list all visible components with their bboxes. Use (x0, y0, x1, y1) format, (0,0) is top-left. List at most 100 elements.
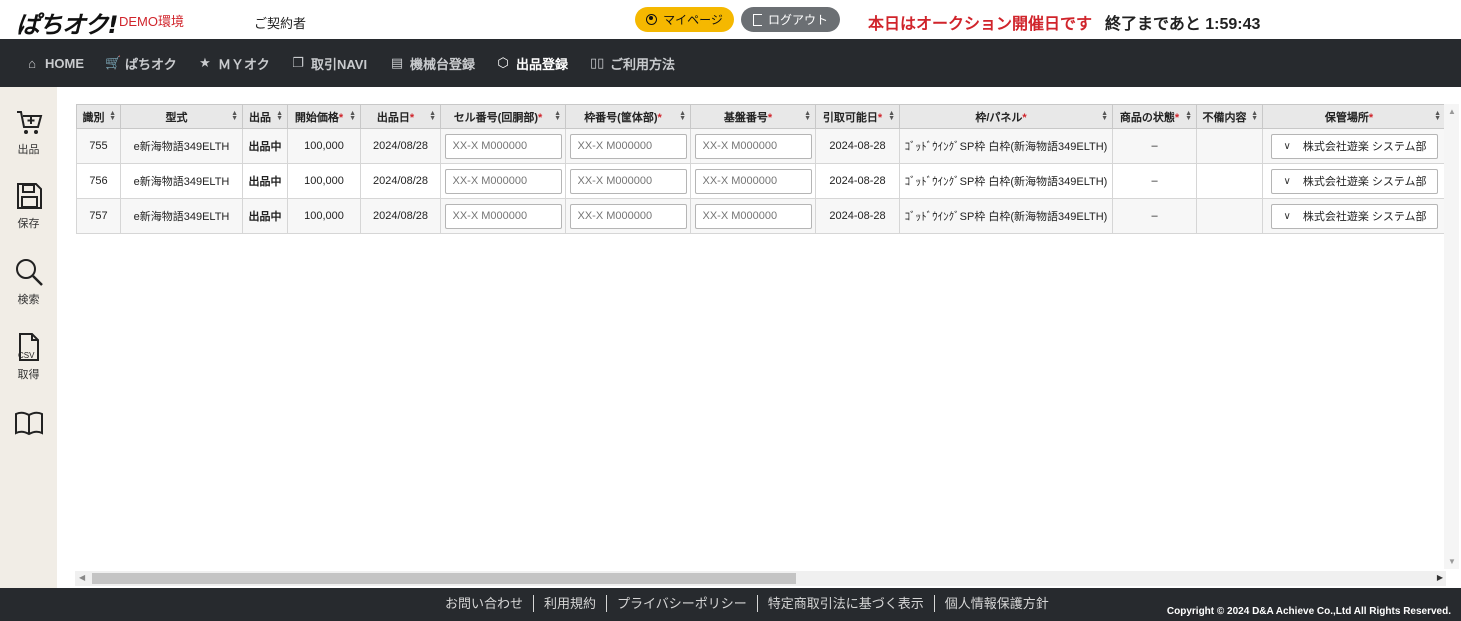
location-select[interactable]: ∨ 株式会社遊楽 システム部 (1270, 168, 1438, 194)
logout-icon (752, 13, 762, 26)
nav-item-torihiki-navi[interactable]: ❐ 取引NAVI (291, 39, 367, 87)
logout-button[interactable]: ログアウト (741, 7, 840, 32)
location-select[interactable]: ∨ 株式会社遊楽 システム部 (1270, 203, 1438, 229)
cell-defect[interactable] (1196, 163, 1263, 199)
book-icon (14, 411, 43, 436)
user-icon (646, 14, 658, 25)
footer-link-terms[interactable]: 利用規約 (534, 595, 608, 612)
frame-number-input[interactable] (569, 168, 687, 194)
cell-listing-date[interactable]: 2024/08/28 (360, 198, 441, 234)
search-icon (15, 259, 43, 286)
cell-number-input[interactable] (444, 168, 562, 194)
header-listing-date[interactable]: 出品日* ▲ ▼ (360, 104, 441, 129)
mypage-label: マイページ (663, 13, 723, 27)
scroll-left-icon[interactable]: ◀ (79, 573, 85, 582)
copyright: Copyright © 2024 D&A Achieve Co.,Ltd All… (1166, 606, 1451, 617)
sort-icon: ▲ ▼ (109, 110, 116, 122)
mypage-button[interactable]: マイページ (635, 7, 734, 32)
nav-item-pachioku[interactable]: 🛒 ぱちオク (105, 39, 177, 87)
frame-number-input[interactable] (569, 133, 687, 159)
cell-panel[interactable]: ｺﾞｯﾄﾞｳｲﾝｸﾞSP枠 白枠(新海物語349ELTH) (899, 128, 1113, 164)
nav-item-listing-register[interactable]: ⬡ 出品登録 (496, 39, 568, 87)
scrollbar-thumb[interactable] (92, 573, 796, 584)
header-panel[interactable]: 枠/パネル* ▲ ▼ (899, 104, 1113, 129)
footer-link-privacy[interactable]: プライバシーポリシー (607, 595, 758, 612)
header-status[interactable]: 出品 ▲ ▼ (242, 104, 288, 129)
sort-icon: ▲ ▼ (1434, 110, 1441, 122)
cell-price[interactable]: 100,000 (287, 128, 361, 164)
contractor-name: ご契約者 (254, 16, 307, 31)
cart-plus-icon (16, 111, 42, 134)
cell-panel[interactable]: ｺﾞｯﾄﾞｳｲﾝｸﾞSP枠 白枠(新海物語349ELTH) (899, 163, 1113, 199)
scroll-right-icon[interactable]: ▶ (1437, 573, 1443, 582)
nav-label: 取引NAVI (311, 56, 368, 72)
nav-item-home[interactable]: ⌂ HOME (25, 39, 84, 87)
board-number-input[interactable] (694, 168, 812, 194)
scroll-down-icon[interactable]: ▼ (1448, 557, 1456, 566)
cell-listing-date[interactable]: 2024/08/28 (360, 163, 441, 199)
header-start-price[interactable]: 開始価格* ▲ ▼ (287, 104, 361, 129)
table-row: 756 e新海物語349ELTH 出品中 100,000 2024/08/28 … (76, 163, 1446, 199)
header-defect[interactable]: 不備内容 ▲ ▼ (1196, 104, 1263, 129)
sidebar-item-manual[interactable] (0, 408, 57, 438)
nav-item-myoku[interactable]: ★ ＭＹオク (198, 39, 270, 87)
logout-label: ログアウト (767, 13, 828, 27)
sidebar: 出品 保存 検索 CSV 取得 (0, 87, 57, 588)
footer-link-commerce-law[interactable]: 特定商取引法に基づく表示 (758, 595, 935, 612)
cell-condition[interactable]: – (1112, 163, 1197, 199)
header-model[interactable]: 型式 ▲ ▼ (120, 104, 243, 129)
cell-number-input[interactable] (444, 133, 562, 159)
header-frame-number[interactable]: 枠番号(筐体部)* ▲ ▼ (565, 104, 691, 129)
cell-price[interactable]: 100,000 (287, 163, 361, 199)
horizontal-scrollbar[interactable]: ◀ ▶ (75, 571, 1446, 586)
chevron-down-icon: ∨ (1283, 140, 1291, 152)
scroll-up-icon[interactable]: ▲ (1448, 107, 1456, 116)
home-icon: ⌂ (28, 55, 36, 71)
logo[interactable]: ぱちオク! (16, 5, 118, 40)
auction-today-notice: 本日はオークション開催日です (868, 16, 1093, 33)
cell-pickup-date[interactable]: 2024-08-28 (815, 163, 900, 199)
book-icon: ▯▯ (590, 55, 605, 70)
location-select[interactable]: ∨ 株式会社遊楽 システム部 (1270, 133, 1438, 159)
vertical-scrollbar[interactable]: ▲ ▼ (1444, 104, 1459, 569)
nav-label: HOME (45, 55, 84, 71)
cell-number-input[interactable] (444, 203, 562, 229)
table-header-row: 識別 ▲ ▼ 型式 ▲ ▼ 出品 ▲ ▼ 開始価格* ▲ ▼ 出品日* ▲ ▼ セル番号(回胴部)*… (76, 104, 1446, 129)
sidebar-item-list[interactable]: 出品 (0, 107, 57, 157)
cell-listing-date[interactable]: 2024/08/28 (360, 128, 441, 164)
listing-table: 識別 ▲ ▼ 型式 ▲ ▼ 出品 ▲ ▼ 開始価格* ▲ ▼ 出品日* ▲ ▼ セル番号(回胴部)*… (76, 104, 1446, 234)
cell-panel[interactable]: ｺﾞｯﾄﾞｳｲﾝｸﾞSP枠 白枠(新海物語349ELTH) (899, 198, 1113, 234)
sort-icon: ▲ ▼ (276, 110, 283, 122)
header-condition[interactable]: 商品の状態* ▲ ▼ (1112, 104, 1197, 129)
footer-link-contact[interactable]: お問い合わせ (435, 595, 535, 612)
cell-condition[interactable]: – (1112, 128, 1197, 164)
demo-label: DEMO環境 (119, 14, 185, 29)
cell-pickup-date[interactable]: 2024-08-28 (815, 128, 900, 164)
sidebar-item-save[interactable]: 保存 (0, 181, 57, 231)
frame-number-input[interactable] (569, 203, 687, 229)
cell-pickup-date[interactable]: 2024-08-28 (815, 198, 900, 234)
board-number-input[interactable] (694, 133, 812, 159)
header-cell-number[interactable]: セル番号(回胴部)* ▲ ▼ (440, 104, 566, 129)
nav-item-machine-register[interactable]: ▤ 機械台登録 (390, 39, 475, 87)
star-icon: ★ (199, 55, 211, 70)
board-number-input[interactable] (694, 203, 812, 229)
remaining-time: 終了まであと 1:59:43 (1105, 16, 1261, 33)
nav-label: ぱちオク (125, 56, 177, 72)
header-location[interactable]: 保管場所* ▲ ▼ (1262, 104, 1446, 129)
sidebar-item-csv[interactable]: CSV 取得 (0, 332, 57, 382)
footer-link-personal-info[interactable]: 個人情報保護方針 (935, 595, 1059, 612)
cell-condition[interactable]: – (1112, 198, 1197, 234)
sort-icon: ▲ ▼ (679, 110, 686, 122)
cell-defect[interactable] (1196, 128, 1263, 164)
sidebar-item-search[interactable]: 検索 (0, 257, 57, 307)
sort-icon: ▲ ▼ (804, 110, 811, 122)
footer: お問い合わせ 利用規約 プライバシーポリシー 特定商取引法に基づく表示 個人情報… (0, 588, 1461, 621)
sort-icon: ▲ ▼ (554, 110, 561, 122)
nav-item-how-to-use[interactable]: ▯▯ ご利用方法 (590, 39, 675, 87)
header-id[interactable]: 識別 ▲ ▼ (76, 104, 121, 129)
header-pickup-date[interactable]: 引取可能日* ▲ ▼ (815, 104, 900, 129)
cell-price[interactable]: 100,000 (287, 198, 361, 234)
header-board-number[interactable]: 基盤番号* ▲ ▼ (690, 104, 816, 129)
cell-defect[interactable] (1196, 198, 1263, 234)
